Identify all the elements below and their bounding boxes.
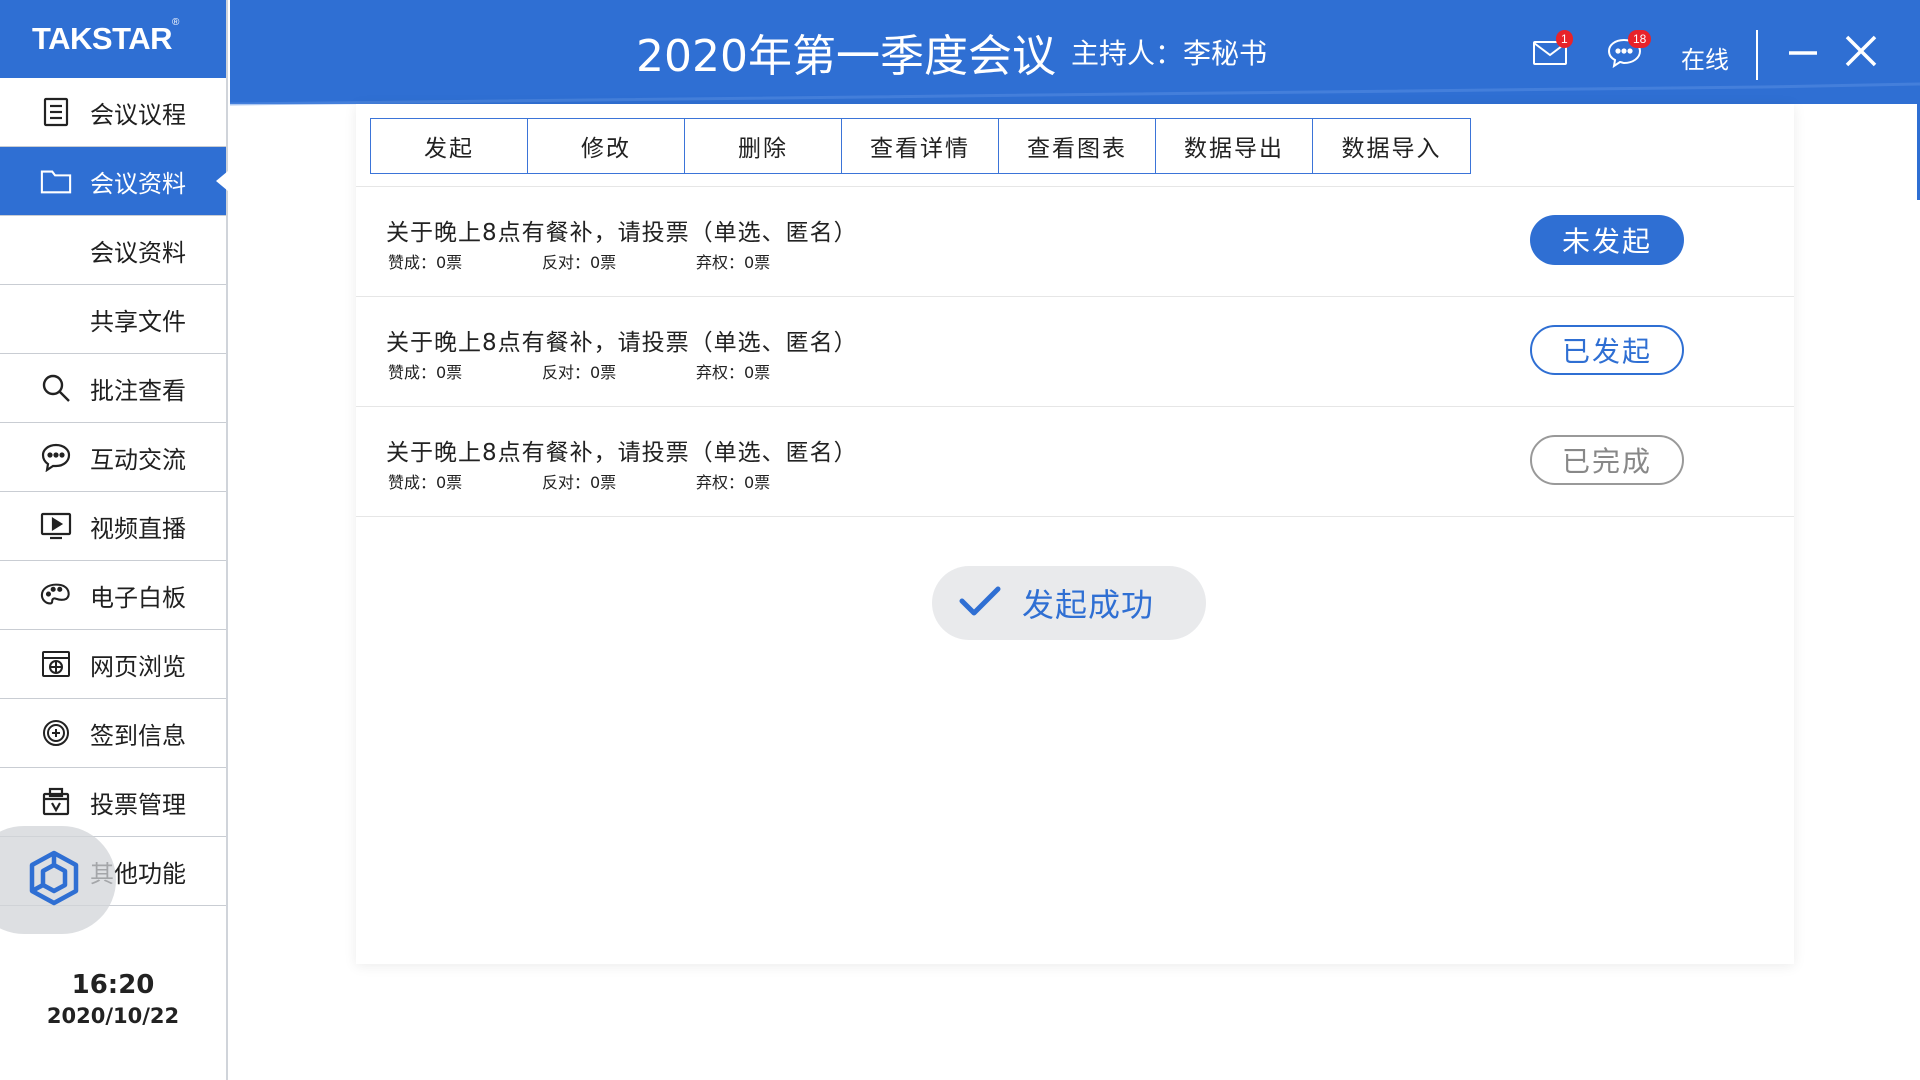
- sidebar-item-live-video[interactable]: 视频直播: [0, 492, 226, 561]
- no-count: 反对：0票: [542, 473, 617, 492]
- clock-date: 2020/10/22: [46, 1004, 180, 1028]
- vote-stats: 赞成：0票 反对：0票 弃权：0票: [388, 249, 850, 273]
- vote-panel: 发起 修改 删除 查看详情 查看图表 数据导出 数据导入 关于晚上8点有餐补，请…: [356, 104, 1794, 964]
- sidebar-item-label: 互动交流: [90, 445, 186, 474]
- online-status: 在线: [1681, 46, 1729, 74]
- success-toast: 发起成功: [932, 566, 1206, 640]
- sidebar-item-label: 批注查看: [90, 376, 186, 405]
- vote-stats: 赞成：0票 反对：0票 弃权：0票: [388, 359, 850, 383]
- abstain-count: 弃权：0票: [696, 363, 771, 382]
- sidebar-item-whiteboard[interactable]: 电子白板: [0, 561, 226, 630]
- abstain-count: 弃权：0票: [696, 253, 771, 272]
- chat-badge: 18: [1628, 30, 1652, 48]
- sidebar-item-interaction[interactable]: 互动交流: [0, 423, 226, 492]
- sidebar-item-signin[interactable]: 签到信息: [0, 699, 226, 768]
- mail-badge: 1: [1556, 30, 1573, 48]
- vote-title: 关于晚上8点有餐补，请投票（单选、匿名）: [386, 220, 858, 246]
- sidebar-item-label: 共享文件: [90, 307, 186, 336]
- palette-icon: [40, 579, 72, 611]
- sidebar-item-label: 电子白板: [90, 583, 186, 612]
- sidebar-item-label: 签到信息: [90, 721, 186, 750]
- close-button[interactable]: [1844, 34, 1878, 68]
- host-label: 主持人：李秘书: [1071, 37, 1268, 70]
- edit-button[interactable]: 修改: [528, 119, 685, 173]
- vote-title: 关于晚上8点有餐补，请投票（单选、匿名）: [386, 330, 858, 356]
- video-icon: [40, 510, 72, 542]
- toast-message: 发起成功: [1022, 586, 1155, 624]
- clock-time: 16:20: [71, 970, 155, 1000]
- chat-button[interactable]: 18: [1606, 30, 1652, 72]
- import-data-button[interactable]: 数据导入: [1313, 119, 1470, 173]
- no-count: 反对：0票: [542, 253, 617, 272]
- sidebar-subitem-materials[interactable]: 会议资料: [0, 216, 226, 285]
- export-data-button[interactable]: 数据导出: [1156, 119, 1313, 173]
- check-icon: [958, 583, 1002, 623]
- list-item[interactable]: 关于晚上8点有餐补，请投票（单选、匿名） 赞成：0票 反对：0票 弃权：0票 未…: [356, 187, 1794, 297]
- status-badge[interactable]: 已完成: [1530, 435, 1684, 485]
- sidebar-item-label: 网页浏览: [90, 652, 186, 681]
- no-count: 反对：0票: [542, 363, 617, 382]
- mail-icon: [1532, 41, 1570, 70]
- minimize-icon: [1786, 51, 1820, 72]
- browser-icon: [40, 648, 72, 680]
- sidebar-item-label: 视频直播: [90, 514, 186, 543]
- folder-icon: [40, 165, 72, 197]
- sidebar-item-label: 会议资料: [90, 238, 186, 267]
- agenda-icon: [40, 96, 72, 128]
- vote-title: 关于晚上8点有餐补，请投票（单选、匿名）: [386, 440, 858, 466]
- yes-count: 赞成：0票: [388, 253, 463, 272]
- vote-stats: 赞成：0票 反对：0票 弃权：0票: [388, 469, 850, 493]
- view-details-button[interactable]: 查看详情: [842, 119, 999, 173]
- search-icon: [40, 372, 72, 404]
- vote-icon: [40, 786, 72, 818]
- sidebar-item-label: 会议资料: [90, 169, 186, 198]
- app-logo-icon: [26, 849, 82, 911]
- clock: 16:20 2020/10/22: [0, 970, 226, 1028]
- minimize-button[interactable]: [1786, 34, 1820, 68]
- floating-assistant-button[interactable]: [0, 826, 116, 934]
- mail-button[interactable]: 1: [1532, 30, 1573, 70]
- start-button[interactable]: 发起: [371, 119, 528, 173]
- view-chart-button[interactable]: 查看图表: [999, 119, 1156, 173]
- status-badge[interactable]: 已发起: [1530, 325, 1684, 375]
- page-title: 2020年第一季度会议: [636, 31, 1056, 82]
- toolbar: 发起 修改 删除 查看详情 查看图表 数据导出 数据导入: [370, 118, 1471, 174]
- signin-icon: [40, 717, 72, 749]
- sidebar-item-web-browse[interactable]: 网页浏览: [0, 630, 226, 699]
- yes-count: 赞成：0票: [388, 473, 463, 492]
- header-divider: [1756, 30, 1758, 80]
- close-icon: [1844, 35, 1878, 72]
- logo-text: TAKSTAR®: [32, 17, 179, 56]
- sidebar-item-materials[interactable]: 会议资料: [0, 147, 226, 216]
- abstain-count: 弃权：0票: [696, 473, 771, 492]
- sidebar-item-label: 会议议程: [90, 100, 186, 129]
- logo: TAKSTAR®: [0, 0, 226, 78]
- status-badge[interactable]: 未发起: [1530, 215, 1684, 265]
- sidebar-item-annotations[interactable]: 批注查看: [0, 354, 226, 423]
- list-item[interactable]: 关于晚上8点有餐补，请投票（单选、匿名） 赞成：0票 反对：0票 弃权：0票 已…: [356, 297, 1794, 407]
- delete-button[interactable]: 删除: [685, 119, 842, 173]
- sidebar-subitem-shared-files[interactable]: 共享文件: [0, 285, 226, 354]
- yes-count: 赞成：0票: [388, 363, 463, 382]
- vote-list: 关于晚上8点有餐补，请投票（单选、匿名） 赞成：0票 反对：0票 弃权：0票 未…: [356, 186, 1794, 517]
- sidebar-item-label: 投票管理: [90, 790, 186, 819]
- chat-bubble-icon: [1606, 38, 1644, 72]
- sidebar-item-agenda[interactable]: 会议议程: [0, 78, 226, 147]
- list-item[interactable]: 关于晚上8点有餐补，请投票（单选、匿名） 赞成：0票 反对：0票 弃权：0票 已…: [356, 407, 1794, 517]
- sidebar: TAKSTAR® 会议议程 会议资料 会议资料 共享文件 批注查看 互动交流 视…: [0, 0, 228, 1080]
- chat-icon: [40, 441, 72, 473]
